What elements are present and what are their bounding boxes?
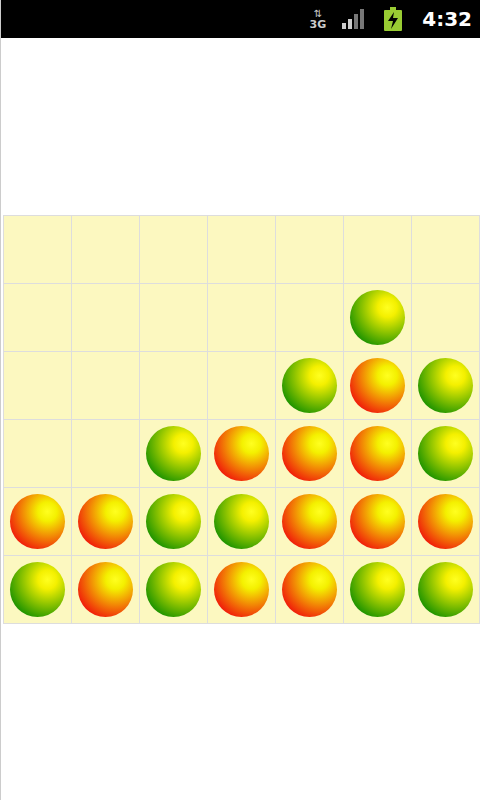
- board-cell[interactable]: [4, 216, 72, 284]
- game-piece: [350, 358, 405, 413]
- game-piece: [214, 426, 269, 481]
- board-cell[interactable]: [276, 488, 344, 556]
- board-row: [4, 556, 480, 624]
- board-cell[interactable]: [208, 488, 276, 556]
- game-piece: [146, 562, 201, 617]
- board-cell[interactable]: [72, 216, 140, 284]
- board-row: [4, 352, 480, 420]
- board-cell[interactable]: [412, 556, 480, 624]
- game-piece: [214, 562, 269, 617]
- board-cell[interactable]: [72, 420, 140, 488]
- board-cell[interactable]: [344, 216, 412, 284]
- battery-charging-icon: [384, 7, 402, 31]
- board-cell[interactable]: [208, 216, 276, 284]
- game-piece: [10, 494, 65, 549]
- board-cell[interactable]: [344, 556, 412, 624]
- board-cell[interactable]: [4, 488, 72, 556]
- board-cell[interactable]: [140, 556, 208, 624]
- board-cell[interactable]: [412, 488, 480, 556]
- board-cell[interactable]: [412, 284, 480, 352]
- board-cell[interactable]: [344, 352, 412, 420]
- board-cell[interactable]: [412, 352, 480, 420]
- clock: 4:32: [422, 7, 472, 31]
- screen: ⇅3G 4:32: [0, 0, 480, 800]
- game-piece: [282, 494, 337, 549]
- signal-icon: [342, 9, 368, 29]
- game-piece: [350, 494, 405, 549]
- game-piece: [282, 358, 337, 413]
- board-cell[interactable]: [276, 216, 344, 284]
- board-cell[interactable]: [412, 216, 480, 284]
- status-bar: ⇅3G 4:32: [1, 0, 480, 38]
- game-piece: [350, 426, 405, 481]
- game-piece: [10, 562, 65, 617]
- board-cell[interactable]: [140, 216, 208, 284]
- game-piece: [418, 494, 473, 549]
- board-cell[interactable]: [72, 284, 140, 352]
- board-cell[interactable]: [140, 488, 208, 556]
- data-arrows-icon: ⇅: [314, 9, 322, 19]
- board-cell[interactable]: [208, 352, 276, 420]
- game-piece: [146, 494, 201, 549]
- board-cell[interactable]: [72, 352, 140, 420]
- game-piece: [78, 562, 133, 617]
- game-piece: [146, 426, 201, 481]
- game-piece: [418, 562, 473, 617]
- board-cell[interactable]: [4, 284, 72, 352]
- board-cell[interactable]: [412, 420, 480, 488]
- game-piece: [350, 290, 405, 345]
- board-cell[interactable]: [344, 488, 412, 556]
- board-cell[interactable]: [276, 420, 344, 488]
- board-cell[interactable]: [344, 420, 412, 488]
- board-cell[interactable]: [276, 352, 344, 420]
- board-cell[interactable]: [72, 488, 140, 556]
- board-cell[interactable]: [208, 556, 276, 624]
- game-piece: [282, 426, 337, 481]
- board-cell[interactable]: [344, 284, 412, 352]
- board-cell[interactable]: [208, 284, 276, 352]
- game-piece: [282, 562, 337, 617]
- board-cell[interactable]: [276, 556, 344, 624]
- game-piece: [418, 426, 473, 481]
- board-cell[interactable]: [140, 420, 208, 488]
- board-row: [4, 216, 480, 284]
- board-cell[interactable]: [72, 556, 140, 624]
- game-piece: [350, 562, 405, 617]
- board-row: [4, 284, 480, 352]
- board-row: [4, 488, 480, 556]
- board-cell[interactable]: [140, 352, 208, 420]
- board-cell[interactable]: [140, 284, 208, 352]
- board-cell[interactable]: [4, 420, 72, 488]
- network-indicator: ⇅3G: [310, 9, 327, 30]
- board-row: [4, 420, 480, 488]
- game-piece: [214, 494, 269, 549]
- board-cell[interactable]: [4, 352, 72, 420]
- game-piece: [418, 358, 473, 413]
- game-piece: [78, 494, 133, 549]
- board-cell[interactable]: [276, 284, 344, 352]
- game-board[interactable]: [3, 215, 480, 624]
- board-cell[interactable]: [208, 420, 276, 488]
- board-cell[interactable]: [4, 556, 72, 624]
